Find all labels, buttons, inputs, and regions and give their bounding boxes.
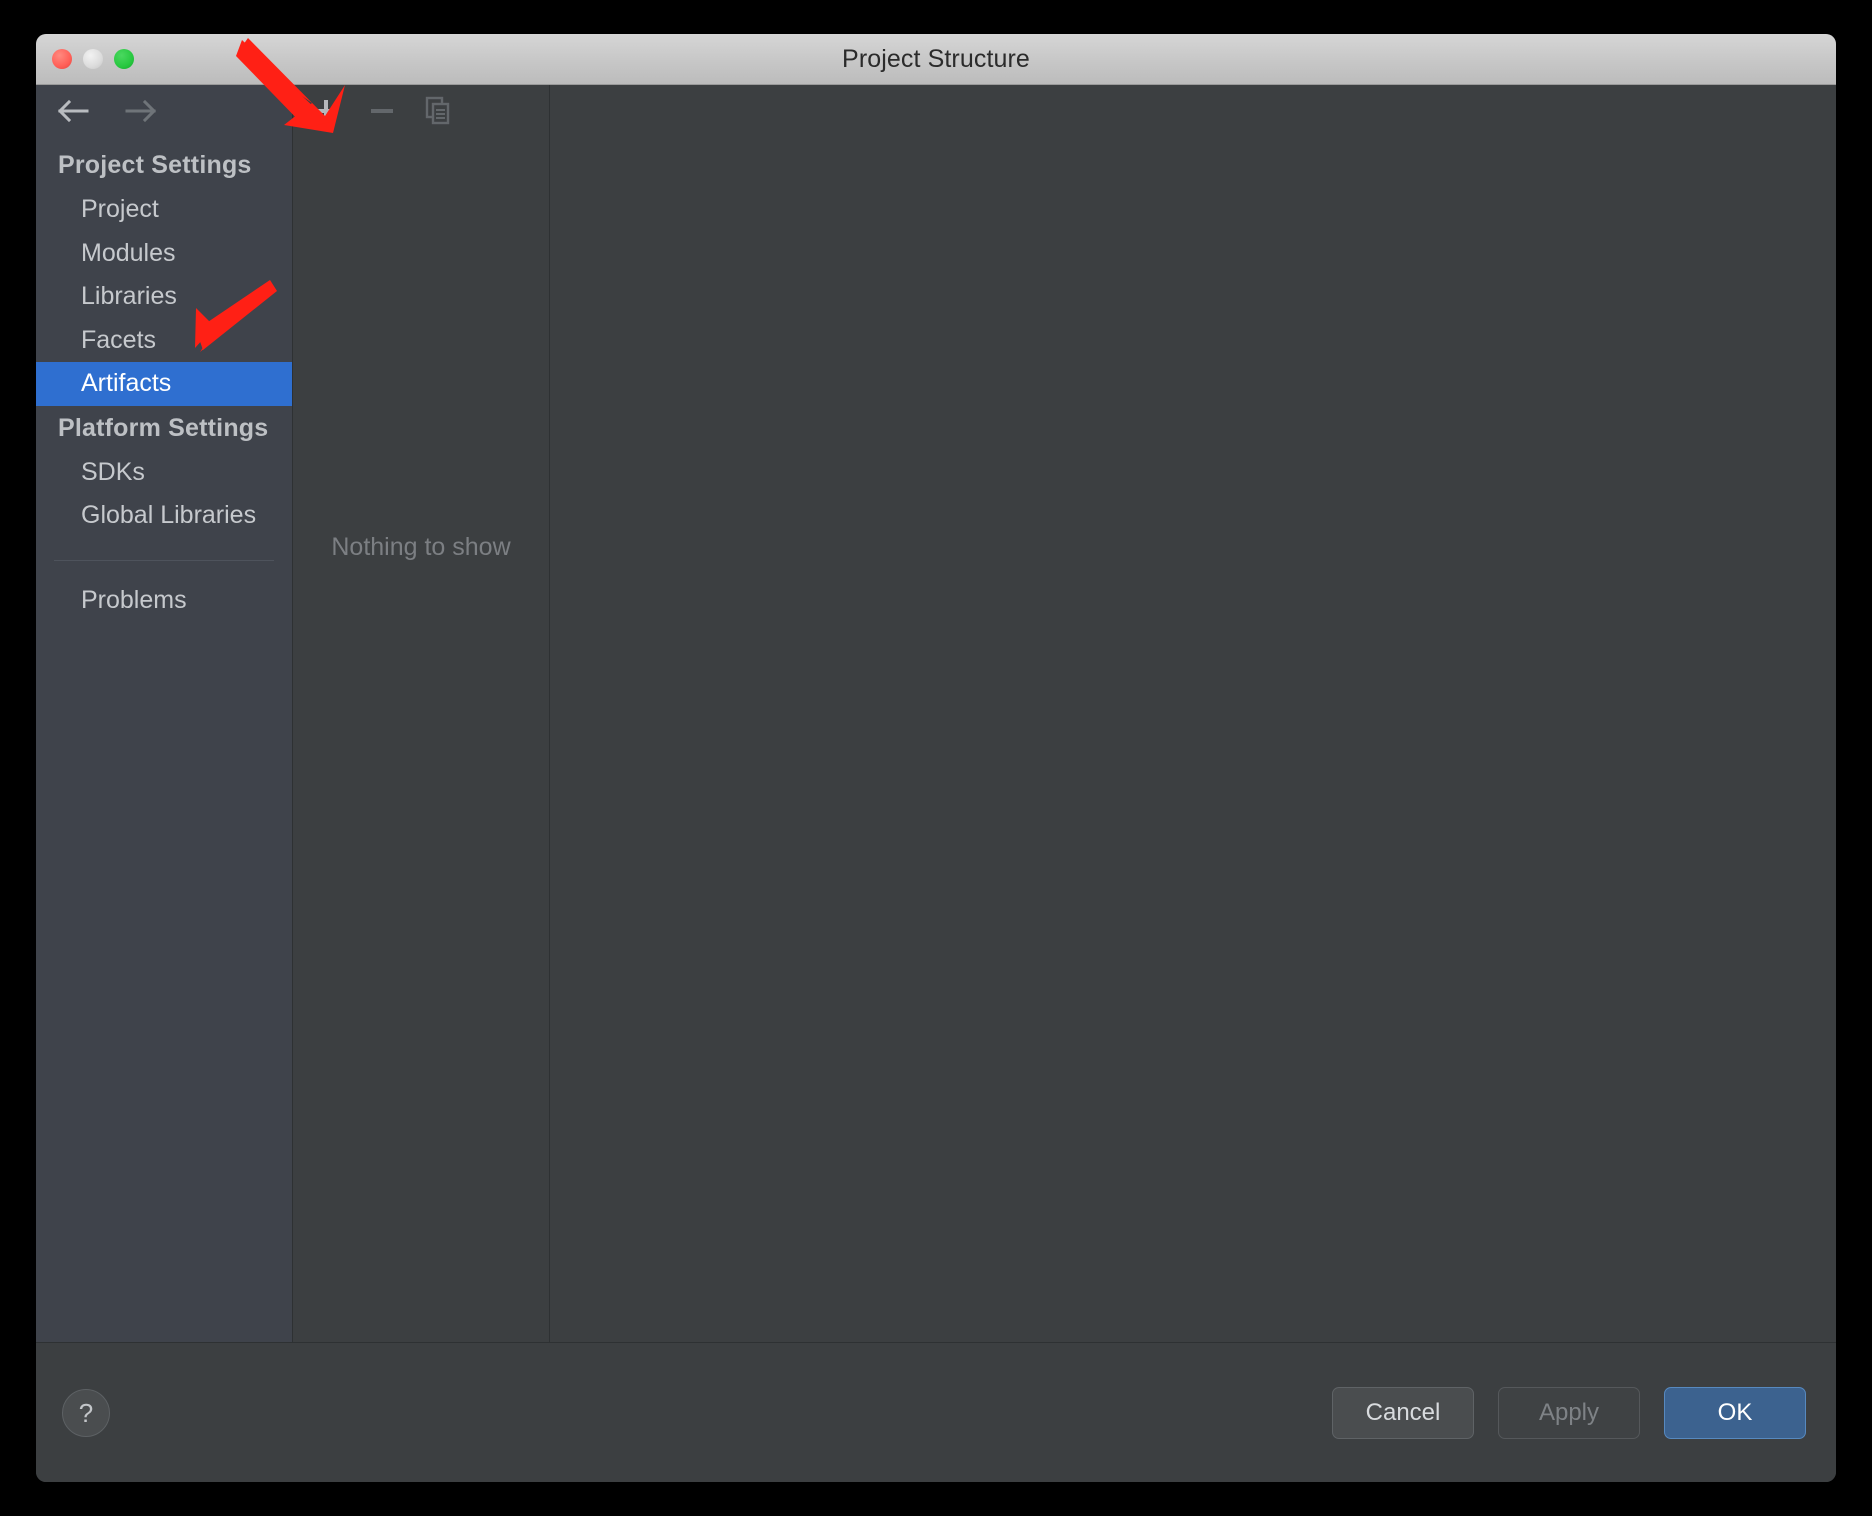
remove-button[interactable] [363,93,401,129]
minimize-window-button[interactable] [83,49,103,69]
empty-state-message: Nothing to show [331,533,511,561]
dialog-action-buttons: Cancel Apply OK [1332,1387,1806,1439]
close-window-button[interactable] [52,49,72,69]
sidebar-item-sdks[interactable]: SDKs [36,451,292,495]
back-button[interactable] [54,94,94,128]
sidebar-divider [54,559,274,561]
add-button[interactable] [307,93,345,129]
sidebar-item-global-libraries[interactable]: Global Libraries [36,494,292,538]
forward-button[interactable] [120,94,160,128]
sidebar-item-facets[interactable]: Facets [36,319,292,363]
sidebar-group-title-platform-settings: Platform Settings [58,413,269,442]
artifacts-list-panel: Nothing to show [293,85,550,1342]
sidebar-item-problems[interactable]: Problems [36,579,292,623]
sidebar-item-project[interactable]: Project [36,188,292,232]
sidebar-group-title-project-settings: Project Settings [58,151,252,179]
sidebar-item-modules[interactable]: Modules [36,232,292,276]
settings-sidebar: Project Settings Project Modules Librari… [36,85,293,1342]
window-title: Project Structure [842,44,1030,73]
artifact-detail-panel [550,85,1836,1342]
artifacts-toolbar [293,85,549,137]
maximize-window-button[interactable] [114,49,134,69]
ok-button[interactable]: OK [1664,1387,1806,1439]
sidebar-item-artifacts[interactable]: Artifacts [36,362,292,406]
window-body: Project Settings Project Modules Librari… [36,85,1836,1342]
help-button[interactable]: ? [62,1389,110,1437]
project-structure-window: Project Structure Project Settings Proje… [36,34,1836,1482]
apply-button[interactable]: Apply [1498,1387,1640,1439]
cancel-button[interactable]: Cancel [1332,1387,1474,1439]
sidebar-item-libraries[interactable]: Libraries [36,275,292,319]
window-titlebar: Project Structure [36,34,1836,85]
traffic-light-group [52,34,134,84]
screen: Project Structure Project Settings Proje… [0,0,1872,1516]
sidebar-navigation-bar [36,85,292,137]
dialog-footer: ? Cancel Apply OK [36,1342,1836,1482]
copy-icon[interactable] [419,93,457,129]
sidebar-items: Project Settings Project Modules Librari… [36,137,292,622]
